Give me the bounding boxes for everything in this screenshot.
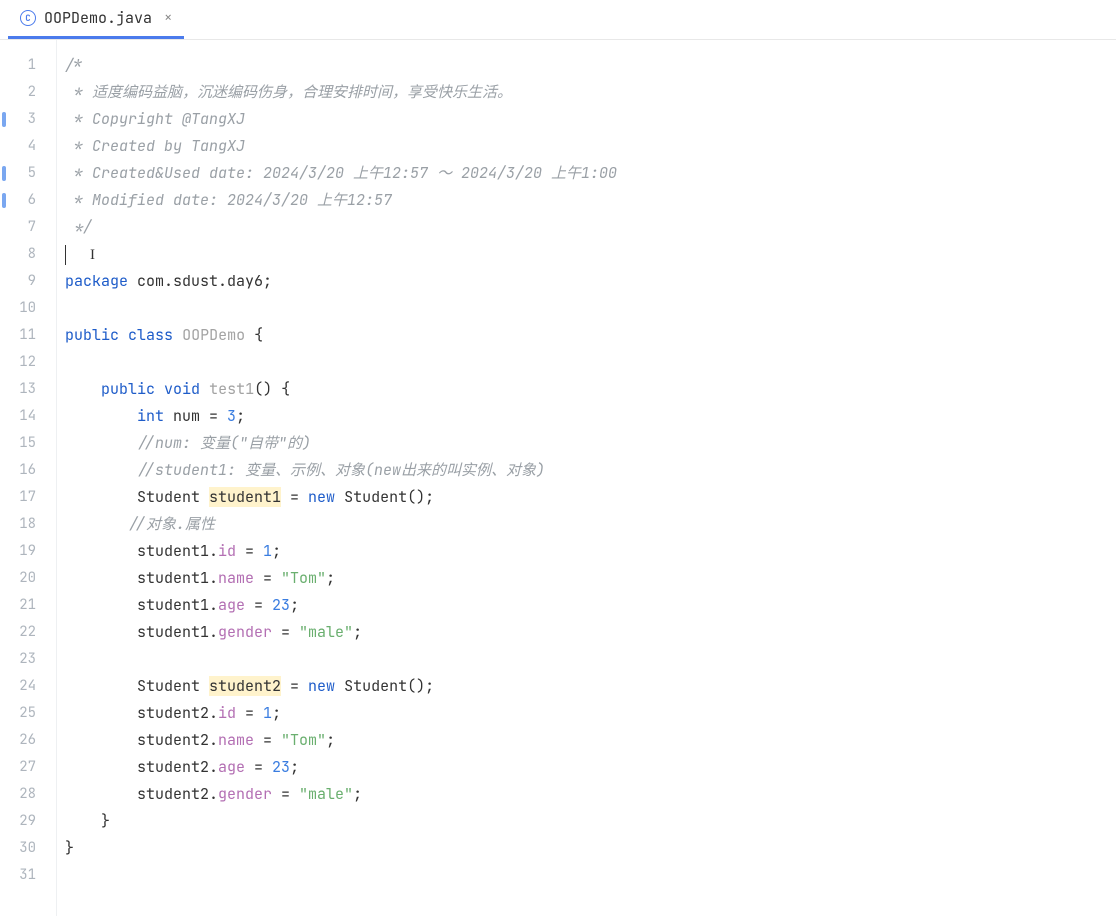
code-line: * Created by TangXJ	[65, 133, 1116, 160]
line-number: 15	[0, 430, 44, 457]
line-number: 8	[0, 241, 44, 268]
code-line: public class OOPDemo {	[65, 322, 1116, 349]
code-line: * Modified date: 2024/3/20 上午12:57	[65, 187, 1116, 214]
code-line: //对象.属性	[65, 511, 1116, 538]
tab-bar: C OOPDemo.java ×	[0, 0, 1116, 40]
code-line	[65, 862, 1116, 889]
code-line: //num: 变量("自带"的)	[65, 430, 1116, 457]
code-line: public void test1() {	[65, 376, 1116, 403]
code-line	[65, 295, 1116, 322]
code-line: * Copyright @TangXJ	[65, 106, 1116, 133]
line-number: 6	[0, 187, 44, 214]
code-area[interactable]: /* * 适度编码益脑，沉迷编码伤身，合理安排时间，享受快乐生活。 * Copy…	[56, 40, 1116, 916]
line-number: 4	[0, 133, 44, 160]
code-line: student1.id = 1;	[65, 538, 1116, 565]
line-number: 2	[0, 79, 44, 106]
line-number: 10	[0, 295, 44, 322]
code-line: * Created&Used date: 2024/3/20 上午12:57 ～…	[65, 160, 1116, 187]
code-line: student2.age = 23;	[65, 754, 1116, 781]
line-number: 29	[0, 808, 44, 835]
code-line: student2.id = 1;	[65, 700, 1116, 727]
line-number: 18	[0, 511, 44, 538]
line-number: 27	[0, 754, 44, 781]
code-line: Student student1 = new Student();	[65, 484, 1116, 511]
line-number: 5	[0, 160, 44, 187]
code-line: /*	[65, 52, 1116, 79]
text-cursor-icon: I	[90, 242, 95, 269]
code-line: * 适度编码益脑，沉迷编码伤身，合理安排时间，享受快乐生活。	[65, 79, 1116, 106]
code-line: int num = 3;	[65, 403, 1116, 430]
line-number: 14	[0, 403, 44, 430]
line-number: 13	[0, 376, 44, 403]
line-number: 9	[0, 268, 44, 295]
code-line: //student1: 变量、示例、对象(new出来的叫实例、对象)	[65, 457, 1116, 484]
line-number: 3	[0, 106, 44, 133]
code-line: student1.age = 23;	[65, 592, 1116, 619]
line-number: 21	[0, 592, 44, 619]
line-number: 28	[0, 781, 44, 808]
code-line	[65, 646, 1116, 673]
code-line: student2.gender = "male";	[65, 781, 1116, 808]
line-number: 19	[0, 538, 44, 565]
line-gutter: 1234567891011121314151617181920212223242…	[0, 40, 56, 916]
line-number: 12	[0, 349, 44, 376]
line-number: 24	[0, 673, 44, 700]
line-number: 1	[0, 52, 44, 79]
code-line: */	[65, 214, 1116, 241]
code-line	[65, 349, 1116, 376]
code-line: student1.name = "Tom";	[65, 565, 1116, 592]
line-number: 30	[0, 835, 44, 862]
code-line: }	[65, 835, 1116, 862]
close-icon[interactable]: ×	[164, 9, 172, 27]
line-number: 17	[0, 484, 44, 511]
line-number: 25	[0, 700, 44, 727]
tab-filename: OOPDemo.java	[44, 8, 152, 28]
code-line: }	[65, 808, 1116, 835]
line-number: 31	[0, 862, 44, 889]
line-number: 20	[0, 565, 44, 592]
code-line: student1.gender = "male";	[65, 619, 1116, 646]
line-number: 16	[0, 457, 44, 484]
line-number: 23	[0, 646, 44, 673]
java-class-icon: C	[20, 10, 36, 26]
editor: 1234567891011121314151617181920212223242…	[0, 40, 1116, 916]
code-line: student2.name = "Tom";	[65, 727, 1116, 754]
code-line: Student student2 = new Student();	[65, 673, 1116, 700]
caret	[65, 245, 66, 265]
code-line: I	[65, 241, 1116, 268]
line-number: 26	[0, 727, 44, 754]
file-tab[interactable]: C OOPDemo.java ×	[8, 0, 184, 39]
line-number: 22	[0, 619, 44, 646]
line-number: 11	[0, 322, 44, 349]
line-number: 7	[0, 214, 44, 241]
code-line: package com.sdust.day6;	[65, 268, 1116, 295]
